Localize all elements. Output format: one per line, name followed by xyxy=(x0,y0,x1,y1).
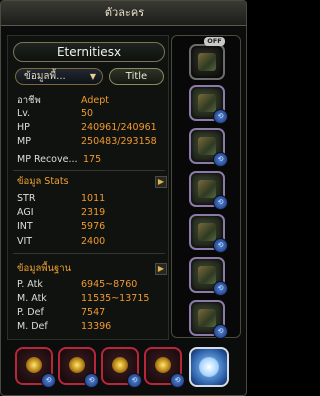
refresh-badge-icon: ⟲ xyxy=(213,152,228,167)
costume-icon xyxy=(199,357,219,377)
stat-label: P. Def xyxy=(17,307,44,318)
stat-value: 1011 xyxy=(81,193,106,204)
offhand-icon xyxy=(198,309,216,327)
refresh-badge-icon: ⟲ xyxy=(127,373,142,388)
chevron-down-icon: ▼ xyxy=(89,72,97,81)
off-toggle[interactable]: OFF xyxy=(204,37,225,46)
title-button[interactable]: Title xyxy=(109,68,164,85)
stat-label: VIT xyxy=(17,236,33,247)
earring-icon xyxy=(69,357,85,373)
accessory-slot-necklace[interactable]: ⟲ xyxy=(15,347,56,388)
equip-slot-hands[interactable]: ⟲ xyxy=(189,171,228,210)
stat-value: 2400 xyxy=(81,236,106,247)
weapon-icon xyxy=(198,266,216,284)
boots-icon xyxy=(198,223,216,241)
stat-label: INT xyxy=(17,221,33,232)
stat-value: 50 xyxy=(81,108,94,119)
character-name: Eternitiesx xyxy=(13,42,165,62)
refresh-badge-icon: ⟲ xyxy=(213,238,228,253)
refresh-badge-icon: ⟲ xyxy=(213,195,228,210)
pants-icon xyxy=(198,137,216,155)
refresh-badge-icon: ⟲ xyxy=(84,373,99,388)
expand-arrow-icon[interactable]: ▶ xyxy=(155,263,167,275)
stat-label: MP xyxy=(17,136,31,147)
stat-label: MP Recove... xyxy=(17,154,78,165)
armor-icon xyxy=(198,94,216,112)
equip-slot-legs[interactable]: ⟲ xyxy=(189,128,228,167)
equip-slot-weapon[interactable]: ⟲ xyxy=(189,257,228,296)
stat-value: 11535~13715 xyxy=(81,293,150,304)
stat-value: 2319 xyxy=(81,207,106,218)
divider xyxy=(13,170,165,171)
stat-value: 175 xyxy=(83,154,102,165)
necklace-icon xyxy=(26,357,42,373)
stat-value: 240961/240961 xyxy=(81,122,157,133)
base-section-title: ข้อมูลพื้นฐาน xyxy=(17,263,72,274)
stat-label: M. Def xyxy=(17,321,48,332)
stats-section-title: ข้อมูล Stats xyxy=(17,176,69,187)
stat-label: P. Atk xyxy=(17,279,43,290)
equip-slot-body[interactable]: ⟲ xyxy=(189,85,228,124)
ring-icon xyxy=(112,357,128,373)
gloves-icon xyxy=(198,180,216,198)
accessory-slot-earring[interactable]: ⟲ xyxy=(58,347,99,388)
base-section-header: ข้อมูลพื้นฐาน ▶ xyxy=(13,262,167,276)
stat-label: STR xyxy=(17,193,36,204)
character-window: ตัวละคร Eternitiesx ข้อมูลพื้... ▼ Title… xyxy=(0,0,247,396)
equip-slot-offhand[interactable]: ⟲ xyxy=(189,300,228,339)
stat-value: Adept xyxy=(81,95,109,106)
info-dropdown-label: ข้อมูลพื้... xyxy=(24,71,66,82)
stat-label: HP xyxy=(17,122,30,133)
stat-label: Lv. xyxy=(17,108,31,119)
stats-section-header: ข้อมูล Stats ▶ xyxy=(13,175,167,189)
accessory-slot-ring-1[interactable]: ⟲ xyxy=(101,347,142,388)
refresh-badge-icon: ⟲ xyxy=(213,324,228,339)
divider xyxy=(13,253,165,254)
stat-value: 13396 xyxy=(81,321,112,332)
expand-arrow-icon[interactable]: ▶ xyxy=(155,176,167,188)
refresh-badge-icon: ⟲ xyxy=(213,281,228,296)
equip-slot-head[interactable] xyxy=(189,44,225,80)
refresh-badge-icon: ⟲ xyxy=(213,109,228,124)
equip-slot-feet[interactable]: ⟲ xyxy=(189,214,228,253)
helmet-icon xyxy=(198,53,216,71)
stat-label: อาชีพ xyxy=(17,95,41,106)
costume-slot[interactable] xyxy=(189,347,229,387)
refresh-badge-icon: ⟲ xyxy=(41,373,56,388)
stat-value: 7547 xyxy=(81,307,106,318)
window-title: ตัวละคร xyxy=(1,1,246,26)
accessory-slot-ring-2[interactable]: ⟲ xyxy=(144,347,185,388)
stat-value: 250483/293158 xyxy=(81,136,157,147)
stat-label: AGI xyxy=(17,207,34,218)
stat-value: 5976 xyxy=(81,221,106,232)
info-dropdown[interactable]: ข้อมูลพื้... ▼ xyxy=(15,68,103,85)
ring-icon xyxy=(155,357,171,373)
refresh-badge-icon: ⟲ xyxy=(170,373,185,388)
stat-label: M. Atk xyxy=(17,293,47,304)
stat-value: 6945~8760 xyxy=(81,279,138,290)
